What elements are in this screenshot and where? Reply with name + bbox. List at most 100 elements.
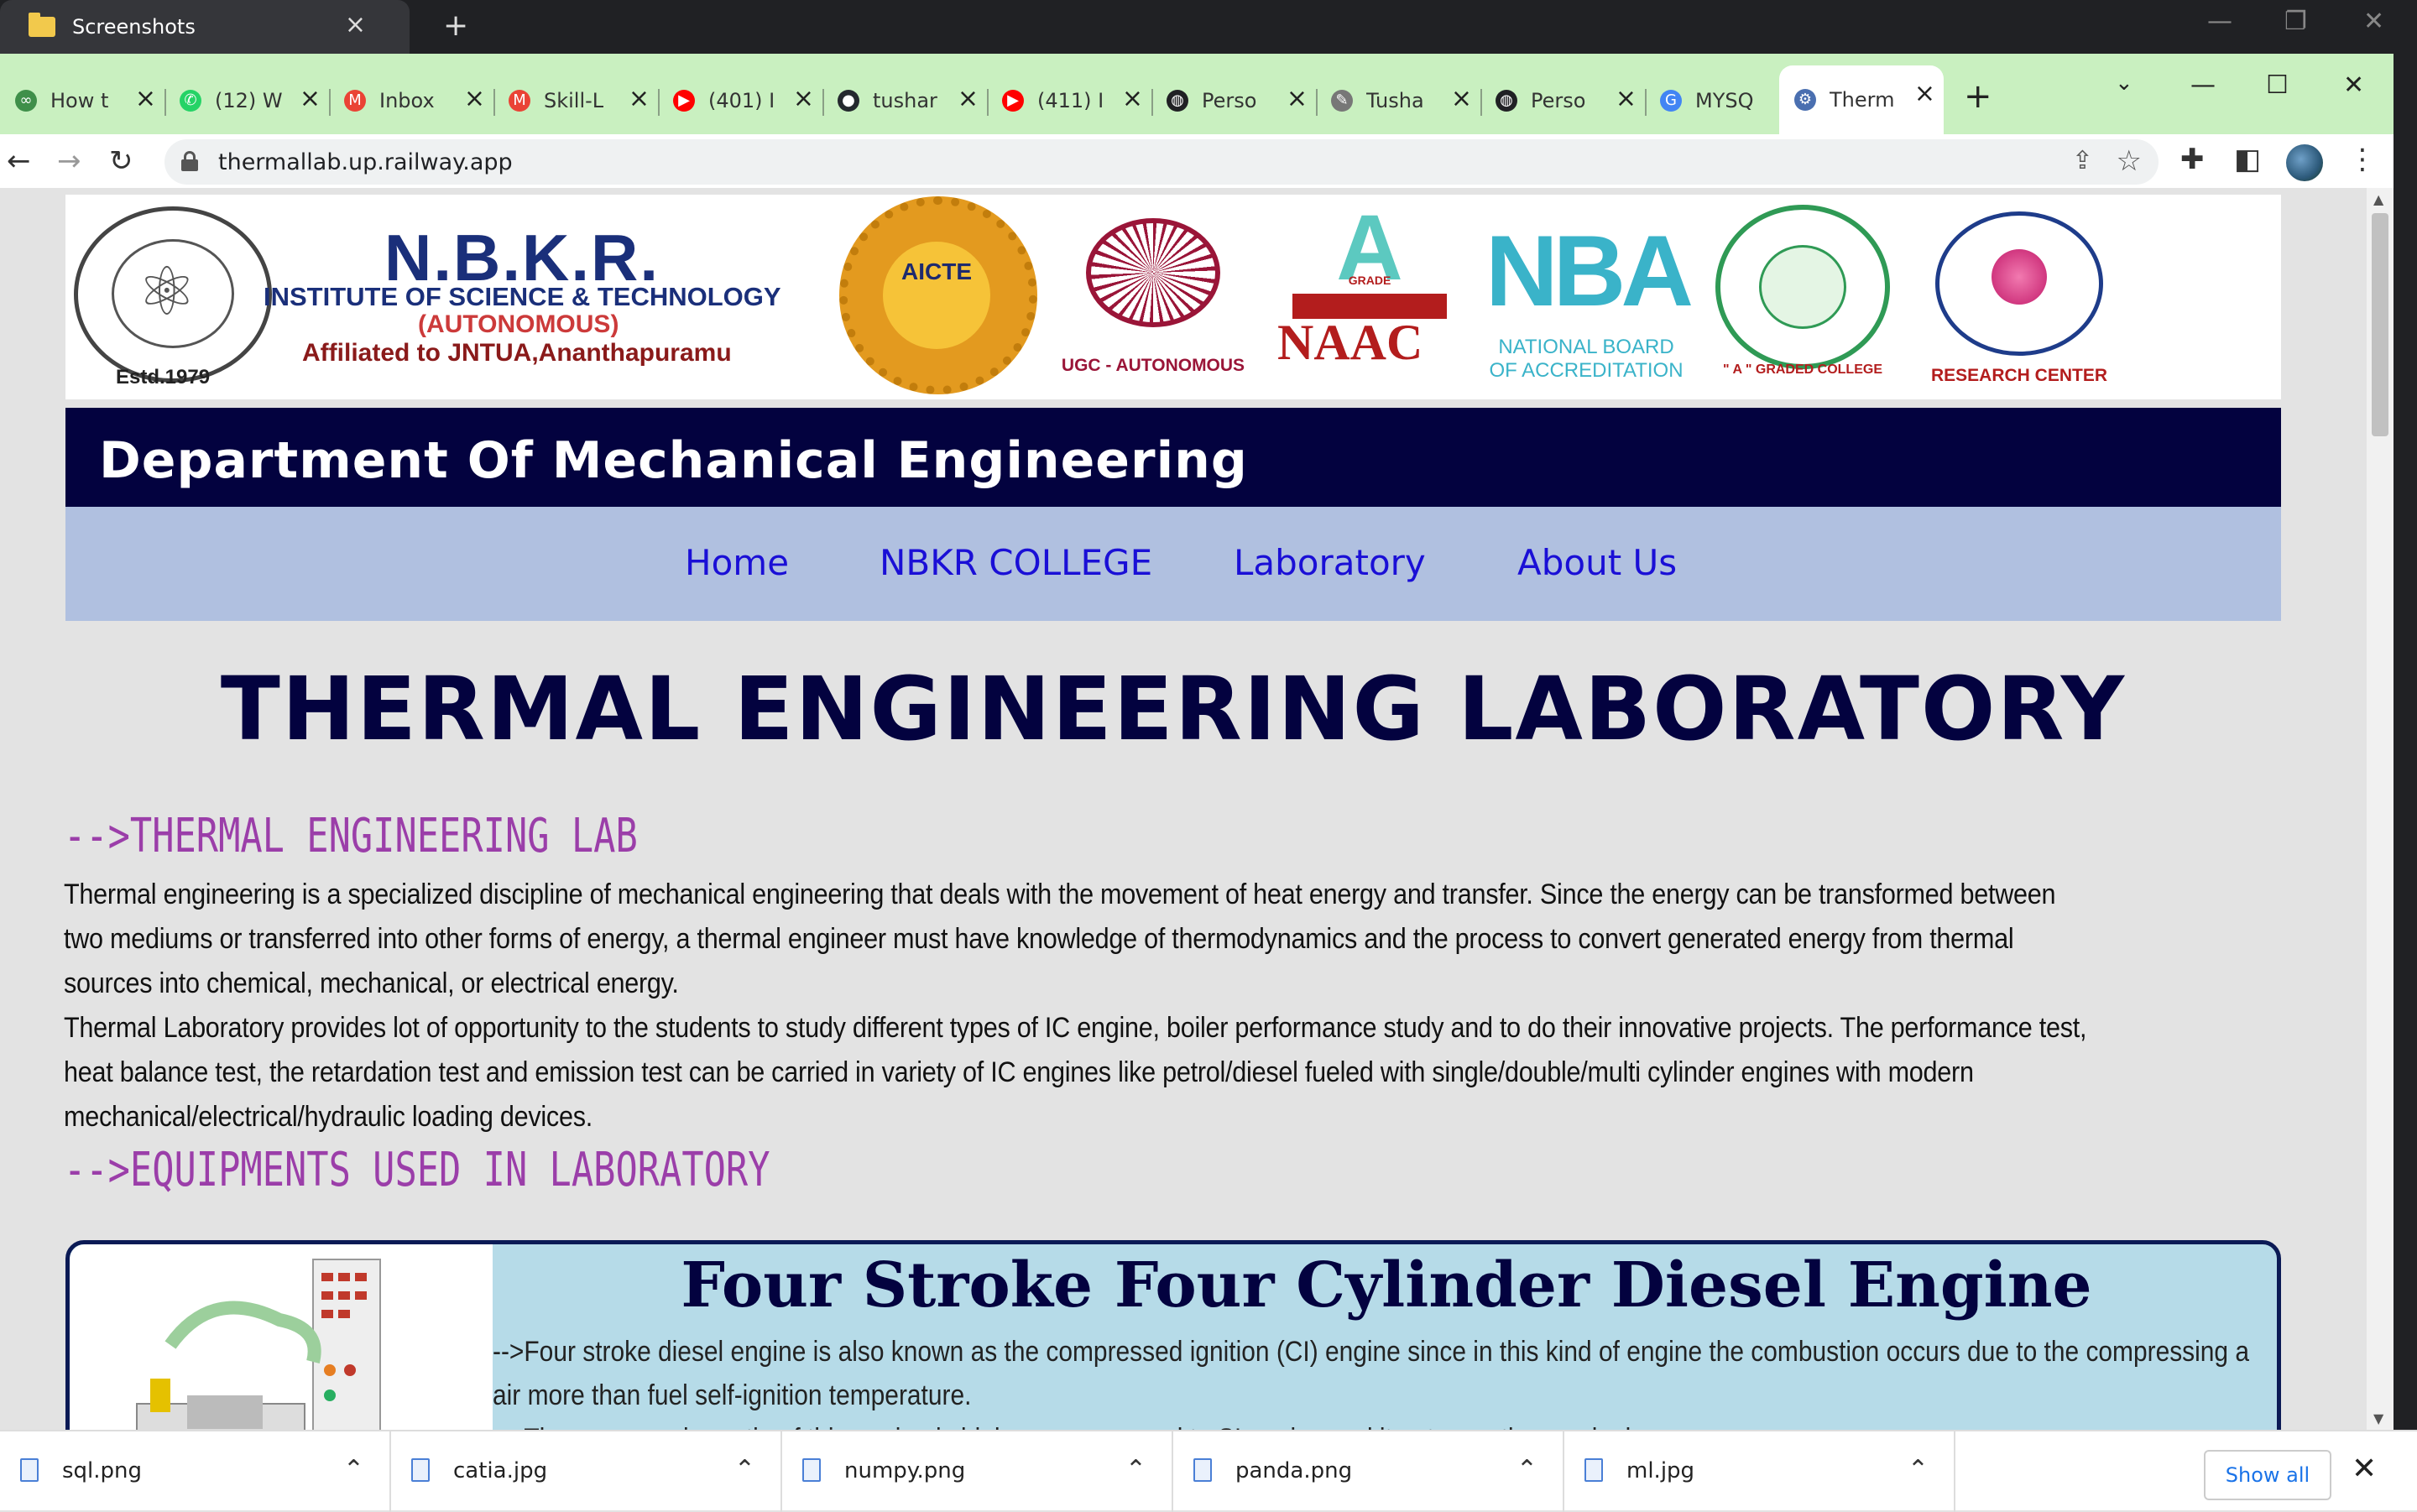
- browser-tab[interactable]: M Skill-L ×: [493, 70, 660, 131]
- download-item[interactable]: sql.png ⌃: [0, 1431, 391, 1512]
- download-filename[interactable]: numpy.png: [844, 1458, 965, 1483]
- image-file-icon: [1193, 1458, 1212, 1482]
- tab-title[interactable]: Therm: [1830, 88, 1903, 112]
- tab-close-icon[interactable]: ×: [1287, 84, 1308, 113]
- browser-tab[interactable]: ▶ (401) I ×: [658, 70, 824, 131]
- tab-search-chevron-icon[interactable]: ⌄: [2115, 70, 2133, 96]
- tab-title[interactable]: Perso: [1202, 89, 1276, 112]
- tab-close-icon[interactable]: ×: [135, 84, 156, 113]
- menu-kebab-icon[interactable]: ⋮: [2348, 143, 2377, 176]
- nav-nbkr-college[interactable]: NBKR COLLEGE: [880, 542, 1152, 583]
- download-filename[interactable]: sql.png: [62, 1458, 142, 1483]
- affiliated-line: Affiliated to JNTUA,Ananthapuramu: [302, 339, 732, 367]
- chevron-up-icon[interactable]: ⌃: [734, 1455, 755, 1484]
- browser-tab[interactable]: ∞ How t ×: [0, 70, 166, 131]
- department-header: Department Of Mechanical Engineering: [65, 408, 2281, 507]
- close-window-button[interactable]: ✕: [2343, 70, 2364, 100]
- tab-title[interactable]: tushar: [873, 89, 947, 112]
- browser-tab[interactable]: ✎ Tusha ×: [1316, 70, 1482, 131]
- tab-title[interactable]: Perso: [1531, 89, 1605, 112]
- naac-label: NAAC: [1277, 315, 1423, 370]
- outer-tab-title: Screenshots: [72, 15, 196, 39]
- outer-close-button[interactable]: ✕: [2363, 7, 2384, 36]
- nav-about-us[interactable]: About Us: [1517, 542, 1677, 583]
- back-icon[interactable]: ←: [7, 144, 31, 178]
- download-item[interactable]: panda.png ⌃: [1173, 1431, 1564, 1512]
- close-icon[interactable]: ×: [345, 10, 366, 39]
- browser-tab[interactable]: ◍ Perso ×: [1480, 70, 1647, 131]
- outer-minimize-button[interactable]: —: [2207, 7, 2232, 36]
- outer-new-tab-button[interactable]: +: [443, 8, 468, 43]
- download-item[interactable]: catia.jpg ⌃: [391, 1431, 782, 1512]
- tab-close-icon[interactable]: ×: [464, 84, 485, 113]
- tab-title[interactable]: (401) I: [708, 89, 782, 112]
- close-download-shelf-icon[interactable]: ✕: [2352, 1452, 2377, 1486]
- tab-title[interactable]: Inbox: [379, 89, 453, 112]
- tab-close-icon[interactable]: ×: [1616, 84, 1637, 113]
- browser-tab[interactable]: ⚙ Therm ×: [1779, 65, 1944, 134]
- download-filename[interactable]: ml.jpg: [1626, 1458, 1694, 1483]
- outer-tab-screenshots[interactable]: Screenshots ×: [0, 0, 410, 54]
- toolbar: ← → ↻ thermallab.up.railway.app ⇪ ☆ ✚ ◧ …: [0, 134, 2394, 188]
- outer-window-titlebar: Screenshots × + — ❐ ✕: [0, 0, 2417, 54]
- nav-home[interactable]: Home: [685, 542, 789, 583]
- tab-strip: ∞ How t × ✆ (12) W × M Inbox × M Skill-L × ▶ (401) I ×…: [0, 54, 2394, 134]
- aicte-label: AICTE: [901, 258, 972, 284]
- nba-letters: NBA: [1485, 215, 1694, 327]
- tab-close-icon[interactable]: ×: [629, 84, 650, 113]
- bookmark-star-icon[interactable]: ☆: [2117, 144, 2142, 178]
- chevron-up-icon[interactable]: ⌃: [1516, 1455, 1537, 1484]
- browser-tab[interactable]: ● tushar ×: [822, 70, 989, 131]
- download-item[interactable]: numpy.png ⌃: [782, 1431, 1173, 1512]
- tab-title[interactable]: MYSQ: [1695, 89, 1769, 112]
- outer-restore-button[interactable]: ❐: [2284, 7, 2307, 36]
- reload-icon[interactable]: ↻: [109, 144, 133, 178]
- lock-icon[interactable]: [181, 151, 198, 171]
- tab-title[interactable]: (411) I: [1037, 89, 1111, 112]
- jntu-seal-icon: [1935, 211, 2103, 356]
- chevron-up-icon[interactable]: ⌃: [343, 1455, 364, 1484]
- download-item[interactable]: ml.jpg ⌃: [1564, 1431, 1955, 1512]
- scroll-up-arrow-icon[interactable]: ▲: [2373, 191, 2383, 207]
- scrollbar-thumb[interactable]: [2372, 213, 2388, 436]
- extensions-puzzle-icon[interactable]: ✚: [2180, 143, 2205, 176]
- side-panel-icon[interactable]: ◧: [2234, 143, 2261, 176]
- tab-title[interactable]: Skill-L: [544, 89, 618, 112]
- tab-title[interactable]: (12) W: [215, 89, 289, 112]
- page-title: THERMAL ENGINEERING LABORATORY: [220, 658, 2127, 760]
- tab-close-icon[interactable]: ×: [1451, 84, 1472, 113]
- scroll-down-arrow-icon[interactable]: ▼: [2373, 1410, 2383, 1426]
- address-bar[interactable]: thermallab.up.railway.app ⇪ ☆: [164, 139, 2159, 185]
- url-text[interactable]: thermallab.up.railway.app: [218, 149, 513, 175]
- equipment-line-1: -->Four stroke diesel engine is also kno…: [493, 1336, 2250, 1411]
- tab-close-icon[interactable]: ×: [958, 84, 979, 113]
- maximize-button[interactable]: ☐: [2266, 70, 2289, 100]
- tab-title[interactable]: How t: [50, 89, 124, 112]
- browser-tab[interactable]: ◍ Perso ×: [1151, 70, 1318, 131]
- forward-icon[interactable]: →: [57, 144, 81, 178]
- tab-close-icon[interactable]: ×: [1122, 84, 1143, 113]
- tab-close-icon[interactable]: ×: [1914, 79, 1935, 108]
- browser-tab[interactable]: ▶ (411) I ×: [987, 70, 1153, 131]
- ugc-wheel-icon: [1086, 218, 1220, 327]
- share-icon[interactable]: ⇪: [2072, 146, 2093, 175]
- download-filename[interactable]: catia.jpg: [453, 1458, 547, 1483]
- show-all-downloads-button[interactable]: Show all: [2204, 1450, 2331, 1500]
- minimize-button[interactable]: —: [2190, 70, 2216, 100]
- download-filename[interactable]: panda.png: [1235, 1458, 1352, 1483]
- nba-logo: NBA NATIONAL BOARD OF ACCREDITATION: [1485, 195, 1694, 399]
- tab-title[interactable]: Tusha: [1366, 89, 1440, 112]
- profile-avatar[interactable]: [2286, 144, 2323, 181]
- naac-logo: A GRADE NAAC: [1269, 195, 1470, 399]
- image-file-icon: [1584, 1458, 1603, 1482]
- chevron-up-icon[interactable]: ⌃: [1125, 1455, 1146, 1484]
- tab-close-icon[interactable]: ×: [300, 84, 321, 113]
- new-tab-button[interactable]: +: [1964, 77, 1992, 116]
- browser-tab[interactable]: M Inbox ×: [329, 70, 495, 131]
- chevron-up-icon[interactable]: ⌃: [1908, 1455, 1929, 1484]
- nav-laboratory[interactable]: Laboratory: [1234, 542, 1426, 583]
- tab-close-icon[interactable]: ×: [793, 84, 814, 113]
- nbkr-logo: ⚛ Estd.1979 N.B.K.R. INSTITUTE OF SCIENC…: [65, 195, 819, 399]
- browser-tab[interactable]: ✆ (12) W ×: [164, 70, 331, 131]
- page-scrollbar[interactable]: ▲ ▼: [2367, 188, 2394, 1430]
